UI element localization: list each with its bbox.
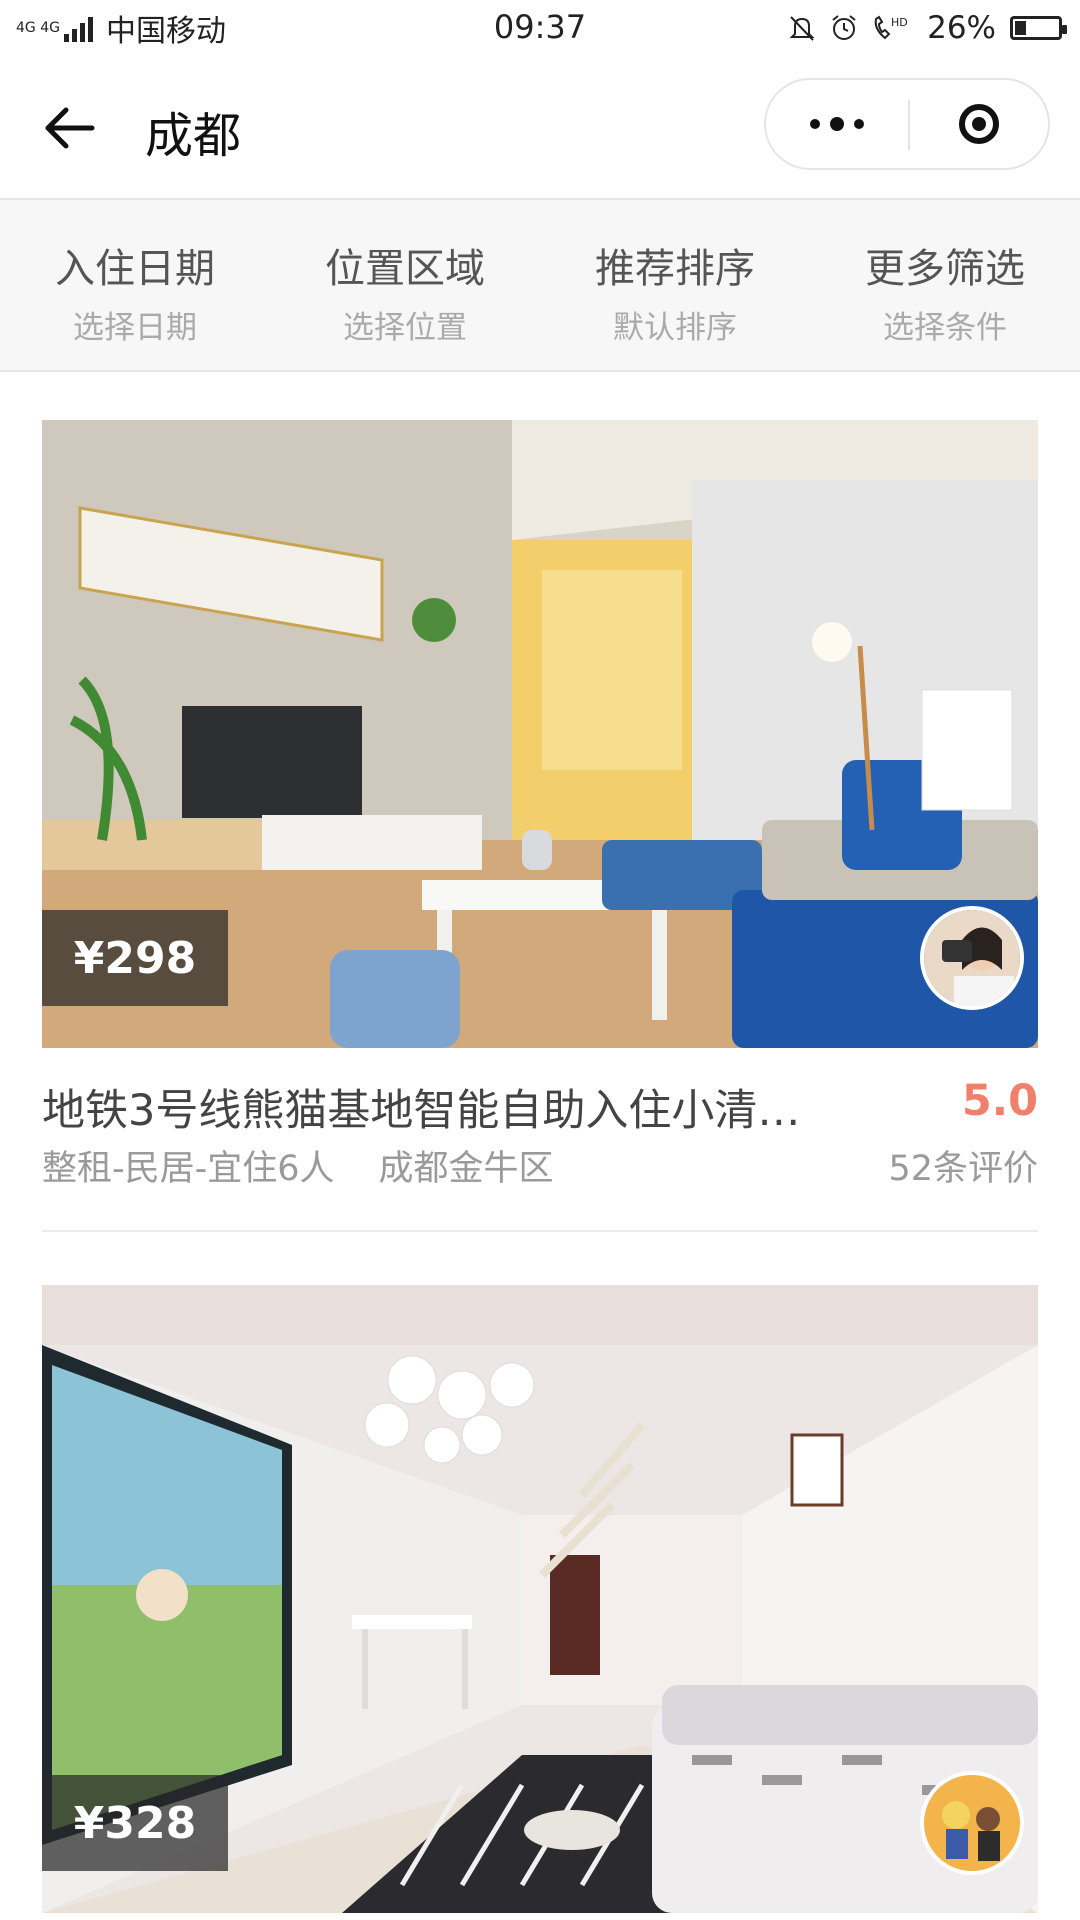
mini-program-capsule [764, 78, 1050, 170]
listing-reviews: 52条评价 [888, 1149, 1038, 1189]
svg-text:HD: HD [891, 16, 908, 29]
filter-title: 入住日期 [55, 246, 215, 292]
bell-off-icon [787, 13, 817, 43]
filter-sort[interactable]: 推荐排序 默认排序 [540, 200, 810, 370]
filter-sub: 默认排序 [613, 310, 737, 346]
battery-cap [1062, 25, 1067, 34]
listing-photo[interactable]: ¥328 [42, 1285, 1038, 1913]
filter-title: 更多筛选 [865, 246, 1025, 292]
battery-icon [1010, 16, 1067, 40]
alarm-icon [829, 13, 859, 43]
filter-title: 位置区域 [325, 246, 485, 292]
listing-meta: 整租-民居-宜住6人 成都金牛区 [42, 1140, 554, 1191]
listing-rating: 5.0 [961, 1076, 1038, 1126]
more-dots-icon [830, 117, 844, 131]
listing-card[interactable]: ¥328 [42, 1285, 1038, 1913]
hd-call-icon: HD [871, 13, 913, 43]
battery-fill [1015, 21, 1026, 35]
title-bar: 成都 [0, 58, 1080, 200]
listing-card[interactable]: ¥298 地铁3号线熊猫基地智能自助入住小清… 5.0 整租-民居-宜住6人 成都… [42, 420, 1038, 1198]
host-avatar-image [924, 1775, 1020, 1871]
listing-area: 成都金牛区 [378, 1149, 554, 1189]
host-avatar[interactable] [920, 906, 1024, 1010]
close-button[interactable] [910, 80, 1048, 168]
close-dot [972, 117, 986, 131]
more-dots-icon [810, 119, 820, 129]
more-button[interactable] [766, 80, 908, 168]
listing-title: 地铁3号线熊猫基地智能自助入住小清… [42, 1086, 801, 1136]
battery-percent: 26% [927, 10, 996, 46]
arrow-left-icon [45, 107, 95, 149]
listing-divider [42, 1230, 1038, 1232]
filter-bar: 入住日期 选择日期 位置区域 选择位置 推荐排序 默认排序 更多筛选 选择条件 [0, 200, 1080, 372]
filter-more[interactable]: 更多筛选 选择条件 [810, 200, 1080, 370]
more-dots-icon [854, 119, 864, 129]
status-bar: 4G 4G 中国移动 09:37 HD 26% [0, 0, 1080, 58]
filter-sub: 选择条件 [883, 310, 1007, 346]
listing-photo[interactable]: ¥298 [42, 420, 1038, 1048]
mini-program-close-icon [959, 104, 999, 144]
page-title: 成都 [145, 108, 242, 164]
price-tag: ¥328 [42, 1775, 228, 1871]
listing-info: 地铁3号线熊猫基地智能自助入住小清… 5.0 整租-民居-宜住6人 成都金牛区 5… [42, 1048, 1038, 1198]
status-right: HD 26% [775, 8, 1067, 48]
listing-type: 整租-民居-宜住6人 [42, 1149, 335, 1189]
filter-title: 推荐排序 [595, 246, 755, 292]
filter-location[interactable]: 位置区域 选择位置 [270, 200, 540, 370]
filter-checkin-date[interactable]: 入住日期 选择日期 [0, 200, 270, 370]
host-avatar[interactable] [920, 1771, 1024, 1875]
filter-sub: 选择日期 [73, 310, 197, 346]
back-button[interactable] [40, 98, 100, 158]
host-avatar-image [924, 910, 1020, 1006]
filter-sub: 选择位置 [343, 310, 467, 346]
price-tag: ¥298 [42, 910, 228, 1006]
